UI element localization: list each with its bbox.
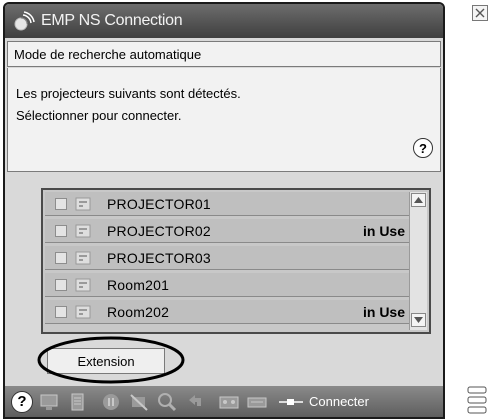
scroll-down-button[interactable]: [411, 313, 426, 327]
projector-name: PROJECTOR01: [107, 195, 211, 212]
emp-ns-connection-window: EMP NS Connection Mode de recherche auto…: [0, 0, 493, 419]
scroll-up-arrow-icon: [414, 197, 423, 203]
no-signal-icon: [130, 393, 148, 411]
checkbox[interactable]: [55, 197, 67, 210]
toolbar-help-button[interactable]: ?: [11, 390, 33, 413]
tape-icon: [219, 396, 239, 408]
undo-icon: [189, 394, 201, 406]
info-line-detected: Les projecteurs suivants sont détectés.: [16, 86, 241, 101]
no-signal-button[interactable]: [127, 390, 151, 414]
projector-icon: [75, 278, 91, 291]
keyboard-icon: [247, 397, 267, 407]
help-button[interactable]: ?: [413, 138, 433, 158]
close-icon: [475, 8, 485, 18]
zoom-button[interactable]: [155, 390, 179, 414]
mode-header: Mode de recherche automatique: [7, 41, 441, 67]
keyboard-button[interactable]: [245, 390, 269, 414]
scroll-up-button[interactable]: [411, 193, 426, 207]
projector-icon: [75, 305, 91, 318]
info-line-select: Sélectionner pour connecter.: [16, 108, 182, 123]
projector-icon: [75, 224, 91, 237]
help-icon: ?: [419, 140, 427, 156]
pause-button[interactable]: [99, 390, 123, 414]
pause-icon: [103, 393, 119, 410]
bottom-toolbar: ? Connecter: [5, 386, 443, 417]
projector-icon: [75, 251, 91, 264]
checkbox[interactable]: [55, 305, 67, 318]
mode-label: Mode de recherche automatique: [14, 46, 202, 62]
status-badge: in Use: [362, 222, 405, 239]
wifi-globe-icon: [14, 11, 35, 31]
list-item[interactable]: Room201: [45, 273, 409, 297]
projector-name: PROJECTOR03: [107, 249, 211, 266]
list-item[interactable]: PROJECTOR02 in Use: [45, 219, 409, 243]
list-item[interactable]: PROJECTOR01: [45, 192, 409, 216]
list-scrollbar[interactable]: [409, 192, 427, 330]
document-icon: [71, 393, 84, 410]
plug-icon: [279, 398, 303, 405]
connect-label: Connecter: [309, 394, 369, 409]
display-button[interactable]: [37, 390, 61, 414]
tape-button[interactable]: [217, 390, 241, 414]
extension-label: Extension: [77, 353, 135, 369]
checkbox[interactable]: [55, 278, 67, 291]
list-item[interactable]: PROJECTOR03: [45, 246, 409, 270]
window-title: EMP NS Connection: [41, 12, 183, 29]
projector-name: Room202: [107, 303, 170, 320]
projector-name: Room201: [107, 276, 170, 293]
info-panel: Les projecteurs suivants sont détectés. …: [7, 68, 441, 172]
grip-icon[interactable]: [466, 386, 488, 416]
app-frame: EMP NS Connection Mode de recherche auto…: [3, 2, 445, 419]
checkbox[interactable]: [55, 251, 67, 264]
help-icon: ?: [17, 393, 27, 410]
checkbox[interactable]: [55, 224, 67, 237]
connect-button[interactable]: Connecter: [279, 394, 369, 409]
document-button[interactable]: [65, 390, 89, 414]
close-button[interactable]: [472, 5, 488, 21]
monitor-icon: [40, 394, 58, 410]
projector-name: PROJECTOR02: [107, 222, 211, 239]
extension-button[interactable]: Extension: [47, 348, 165, 374]
undo-button[interactable]: [183, 390, 207, 414]
status-badge: in Use: [362, 303, 405, 320]
scroll-down-arrow-icon: [414, 317, 423, 323]
title-bar[interactable]: EMP NS Connection: [5, 4, 443, 38]
projector-icon: [75, 197, 91, 210]
list-item[interactable]: Room202 in Use: [45, 300, 409, 324]
zoom-icon: [158, 392, 177, 411]
projector-list[interactable]: PROJECTOR01 PROJECTOR02 in Use PROJECTOR…: [41, 188, 431, 334]
